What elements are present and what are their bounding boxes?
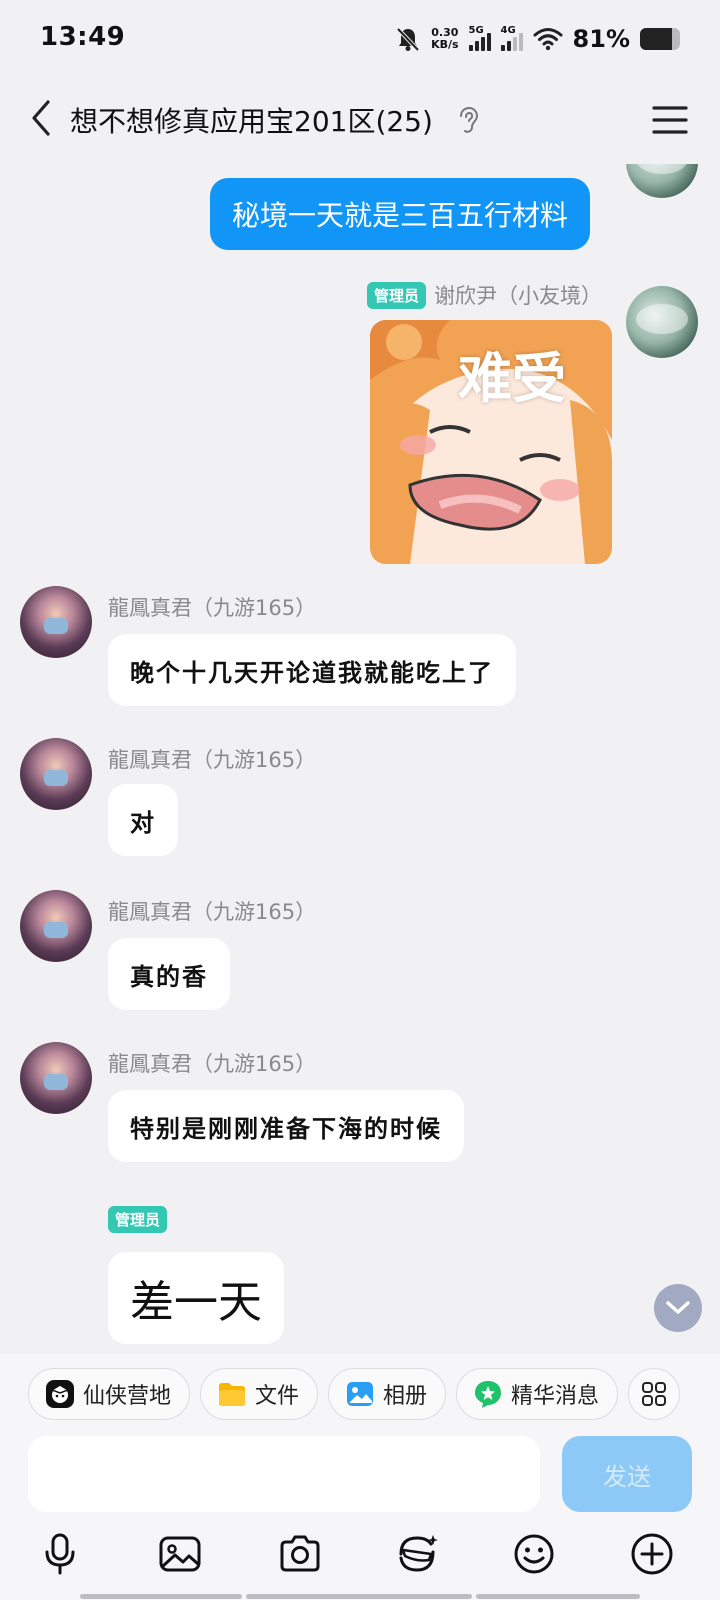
sticker-button[interactable] <box>392 1528 444 1580</box>
battery-icon <box>640 28 680 50</box>
avatar[interactable] <box>20 738 92 810</box>
status-icons: 0.30 KB/s 5G 4G 81% <box>395 22 680 56</box>
camp-icon <box>46 1380 74 1408</box>
signal-5g-icon: 5G <box>468 25 491 51</box>
battery-percent: 81% <box>572 25 630 53</box>
avatar[interactable] <box>626 164 698 198</box>
camera-button[interactable] <box>274 1528 326 1580</box>
status-bar: 13:49 0.30 KB/s 5G 4G 81% <box>0 0 720 78</box>
sender-name: 龍鳳真君（九游165） <box>108 1052 317 1076</box>
chevron-down-icon <box>666 1301 690 1314</box>
scroll-to-bottom-button[interactable] <box>654 1284 702 1332</box>
message-bubble-other[interactable]: 特别是刚刚准备下海的时候 <box>108 1090 464 1162</box>
ear-icon[interactable] <box>456 106 480 134</box>
mic-icon <box>45 1533 75 1575</box>
message-bubble-other[interactable]: 差一天 <box>108 1252 284 1344</box>
composer-area: 仙侠营地 文件 相册 精华消息 发送 <box>0 1354 720 1600</box>
input-toolbar <box>0 1528 720 1584</box>
chat-screen: 13:49 0.30 KB/s 5G 4G 81% 想不想修真应用宝201区(2… <box>0 0 720 1600</box>
admin-badge: 管理员 <box>108 1206 168 1233</box>
sender-name: 龍鳳真君（九游165） <box>108 596 317 620</box>
mute-bell-icon <box>396 27 420 52</box>
image-button[interactable] <box>154 1528 206 1580</box>
avatar[interactable] <box>20 1042 92 1114</box>
quick-action-label: 文件 <box>255 1384 300 1409</box>
quick-action-album[interactable]: 相册 <box>328 1368 447 1420</box>
sim1-label: 5G <box>468 25 484 36</box>
wifi-icon <box>533 28 563 51</box>
message-input[interactable] <box>28 1436 540 1512</box>
voice-button[interactable] <box>34 1528 86 1580</box>
sender-line: 管理员 <box>108 1206 168 1233</box>
avatar[interactable] <box>20 586 92 658</box>
chat-title[interactable]: 想不想修真应用宝201区(25) <box>70 100 433 140</box>
message-list[interactable]: 秘境一天就是三百五行材料 管理员 谢欣尹（小友境） 难受 龍鳳真君（九游165）… <box>0 164 720 1354</box>
sticker-image[interactable]: 难受 <box>370 320 612 564</box>
quick-action-camp[interactable]: 仙侠营地 <box>28 1368 191 1420</box>
avatar[interactable] <box>20 890 92 962</box>
quick-action-bar: 仙侠营地 文件 相册 精华消息 <box>28 1368 720 1420</box>
network-speed-unit: KB/s <box>431 38 459 51</box>
star-icon <box>475 1381 502 1408</box>
sticker-icon <box>399 1535 438 1572</box>
send-button[interactable]: 发送 <box>562 1436 692 1512</box>
grid-icon <box>642 1382 667 1406</box>
sender-name: 龍鳳真君（九游165） <box>108 748 317 772</box>
album-icon <box>347 1382 374 1406</box>
message-bubble-other[interactable]: 对 <box>108 784 178 856</box>
network-speed: 0.30 KB/s <box>431 27 458 51</box>
avatar[interactable] <box>626 286 698 358</box>
admin-badge: 管理员 <box>366 281 426 309</box>
plus-icon <box>631 1533 673 1575</box>
quick-action-label: 仙侠营地 <box>83 1384 172 1409</box>
chat-header: 想不想修真应用宝201区(25) <box>0 78 720 164</box>
input-row: 发送 <box>28 1436 692 1512</box>
quick-action-files[interactable]: 文件 <box>200 1368 319 1420</box>
sim2-label: 4G <box>500 25 516 36</box>
folder-icon <box>219 1383 246 1406</box>
sticker-caption: 难受 <box>458 347 566 410</box>
message-bubble-self[interactable]: 秘境一天就是三百五行材料 <box>210 178 591 250</box>
camera-icon <box>280 1535 320 1572</box>
sender-line: 管理员 谢欣尹（小友境） <box>366 280 602 310</box>
image-icon <box>159 1536 201 1572</box>
emoji-button[interactable] <box>508 1528 560 1580</box>
sender-name: 龍鳳真君（九游165） <box>108 900 317 924</box>
quick-action-label: 相册 <box>383 1384 428 1409</box>
menu-icon[interactable] <box>650 100 690 140</box>
signal-4g-icon: 4G <box>500 25 523 51</box>
more-apps-button[interactable] <box>628 1368 681 1420</box>
plus-button[interactable] <box>626 1528 678 1580</box>
back-arrow-icon[interactable] <box>22 96 66 140</box>
gesture-bar <box>0 1594 720 1600</box>
message-bubble-other[interactable]: 晚个十几天开论道我就能吃上了 <box>108 634 516 706</box>
quick-action-label: 精华消息 <box>511 1384 600 1409</box>
message-bubble-other[interactable]: 真的香 <box>108 938 230 1010</box>
quick-action-highlights[interactable]: 精华消息 <box>456 1368 619 1420</box>
sender-name: 谢欣尹（小友境） <box>434 284 602 308</box>
emoji-icon <box>514 1534 554 1574</box>
status-time: 13:49 <box>40 22 126 52</box>
